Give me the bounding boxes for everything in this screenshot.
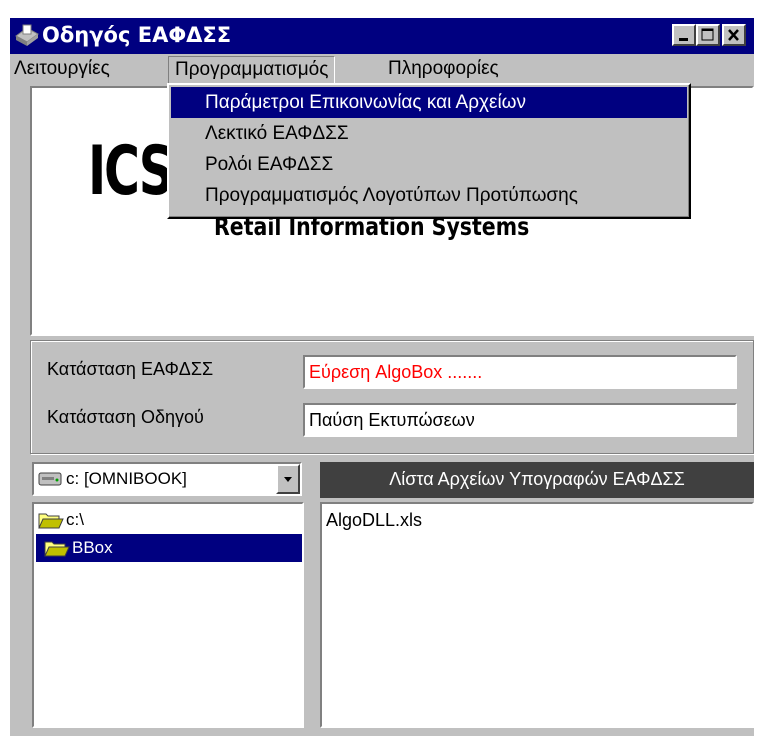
menu-item-communication-parameters[interactable]: Παράμετροι Επικοινωνίας και Αρχείων [171,87,687,118]
drive-dropdown-button[interactable] [276,464,300,494]
title-bar[interactable]: Οδηγός ΕΑΦΔΣΣ [10,18,754,54]
directory-item-root[interactable]: c:\ [36,506,300,534]
driver-status-field: Παύση Εκτυπώσεων [303,403,737,437]
close-button[interactable] [722,24,746,46]
maximize-icon [701,28,714,41]
file-list[interactable]: AlgoDLL.xls [320,502,754,728]
close-icon [728,29,739,41]
menu-bar: Λειτουργίες Προγραμματισμός Πληροφορίες [10,54,754,84]
app-icon [14,22,40,48]
device-status-label: Κατάσταση ΕΑΦΔΣΣ [47,359,214,379]
device-status-field: Εύρεση AlgoBox ....... [303,355,737,389]
window-title: Οδηγός ΕΑΦΔΣΣ [42,23,232,47]
minimize-button[interactable] [672,24,696,46]
menu-information[interactable]: Πληροφορίες [388,56,499,82]
folder-open-icon [44,538,70,567]
drive-select-value: c: [OMNIBOOK] [66,469,187,488]
menu-item-device-clock[interactable]: Ρολόι ΕΑΦΔΣΣ [171,149,687,180]
menu-item-device-text[interactable]: Λεκτικό ΕΑΦΔΣΣ [171,118,687,149]
directory-list[interactable]: c:\ BBox [32,502,304,728]
file-list-header: Λίστα Αρχείων Υπογραφών ΕΑΦΔΣΣ [320,462,754,498]
chevron-down-icon [284,477,292,482]
drive-select[interactable]: c: [OMNIBOOK] [32,462,302,496]
file-item[interactable]: AlgoDLL.xls [326,510,422,531]
menu-functions[interactable]: Λειτουργίες [14,56,110,82]
maximize-button[interactable] [696,24,720,46]
menu-item-logo-programming[interactable]: Προγραμματισμός Λογοτύπων Προτύπωσης [171,180,687,211]
application-window: Οδηγός ΕΑΦΔΣΣ Λειτουργίες Προγραμματισμό… [10,18,754,736]
driver-status-label: Κατάσταση Οδηγού [47,407,204,427]
status-group: Κατάσταση ΕΑΦΔΣΣ Εύρεση AlgoBox ....... … [30,340,754,454]
drive-icon [38,471,62,492]
directory-item-bbox[interactable]: BBox [36,534,302,562]
minimize-icon [679,38,688,41]
menu-programming[interactable]: Προγραμματισμός [168,56,336,84]
company-logo: ICS [88,132,174,211]
programming-menu-dropdown: Παράμετροι Επικοινωνίας και Αρχείων Λεκτ… [167,83,691,219]
